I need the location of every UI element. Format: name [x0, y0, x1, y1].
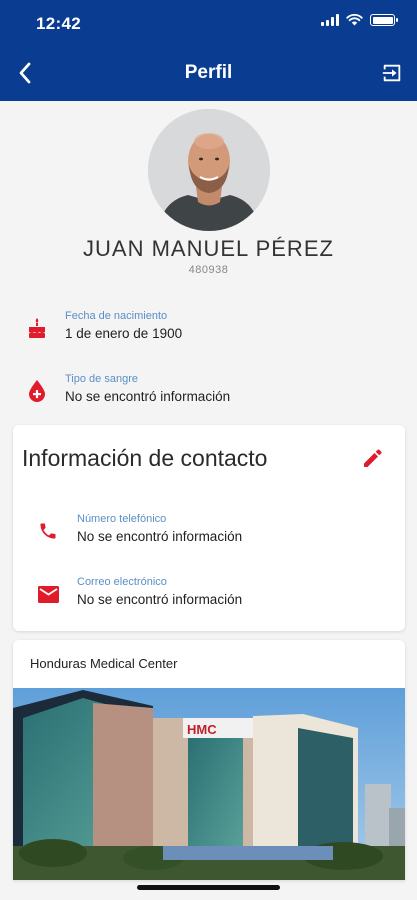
email-row: Correo electrónico No se encontró inform…	[13, 576, 405, 616]
signal-icon	[321, 14, 339, 26]
cake-icon	[26, 316, 48, 340]
phone-label: Número telefónico	[77, 513, 167, 525]
profile-name: JUAN MANUEL PÉREZ	[83, 236, 334, 261]
phone-icon	[37, 519, 59, 543]
logout-icon	[382, 64, 401, 82]
wifi-icon	[346, 14, 363, 26]
blood-drop-icon	[26, 379, 48, 403]
app-bar: 12:42 Perfil	[0, 0, 417, 101]
blood-type-row: Tipo de sangre No se encontró informació…	[0, 373, 417, 413]
status-bar: 12:42	[0, 0, 417, 44]
email-label: Correo electrónico	[77, 576, 167, 588]
edit-contact-button[interactable]	[361, 446, 385, 470]
contact-card: Información de contacto Número telefónic…	[13, 425, 405, 631]
phone-value: No se encontró información	[77, 529, 243, 544]
home-indicator[interactable]	[137, 885, 280, 890]
profile-id: 480938	[188, 264, 229, 276]
birth-date-value: 1 de enero de 1900	[65, 326, 183, 341]
birth-date-row: Fecha de nacimiento 1 de enero de 1900	[0, 310, 417, 350]
status-icons	[321, 14, 398, 26]
avatar	[148, 109, 270, 231]
pencil-icon	[364, 449, 382, 467]
hmc-sign: HMC	[187, 722, 217, 737]
phone-row: Número telefónico No se encontró informa…	[13, 513, 405, 553]
status-time: 12:42	[36, 14, 81, 33]
hospital-name: Honduras Medical Center	[30, 656, 178, 671]
birth-date-label: Fecha de nacimiento	[65, 310, 168, 322]
nav-bar: Perfil	[0, 50, 417, 96]
mail-icon	[37, 582, 59, 606]
page-title: Perfil	[184, 62, 233, 83]
blood-type-value: No se encontró información	[65, 389, 231, 404]
email-value: No se encontró información	[77, 592, 243, 607]
blood-type-label: Tipo de sangre	[65, 373, 138, 385]
battery-icon	[370, 14, 398, 26]
hospital-card[interactable]: Honduras Medical Center HMC	[13, 640, 405, 880]
contact-card-title: Información de contacto	[22, 445, 268, 471]
logout-button[interactable]	[377, 58, 407, 88]
hospital-photo: HMC	[13, 688, 405, 880]
